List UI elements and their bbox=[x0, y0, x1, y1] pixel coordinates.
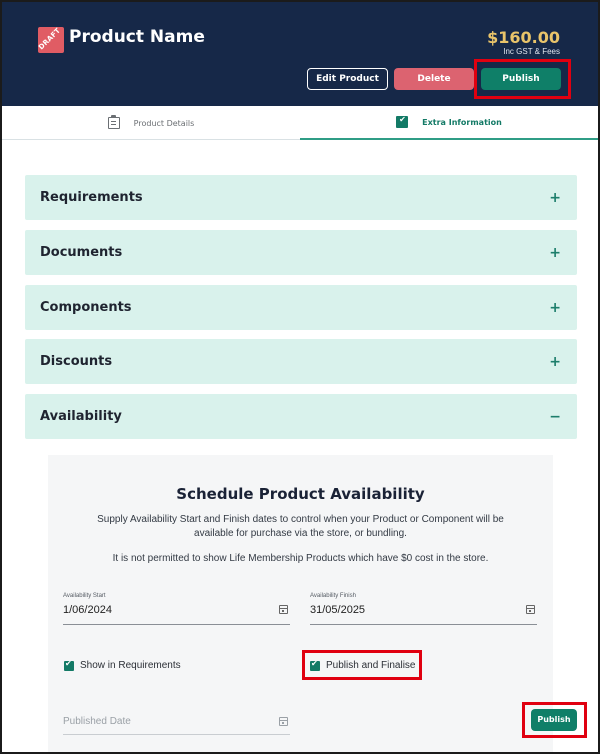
checkbox-checked-icon bbox=[64, 659, 74, 671]
availability-panel: Schedule Product Availability Supply Ava… bbox=[48, 455, 553, 752]
availability-note: It is not permitted to show Life Members… bbox=[112, 553, 489, 564]
availability-finish-field[interactable]: Availability Finish 31/05/2025 bbox=[310, 593, 537, 625]
calendar-icon[interactable] bbox=[279, 717, 288, 726]
accordion-requirements[interactable]: Requirements + bbox=[25, 175, 577, 220]
tab-extra-information[interactable]: Extra Information bbox=[300, 106, 598, 140]
tab-product-details[interactable]: Product Details bbox=[2, 106, 300, 140]
plus-icon: + bbox=[549, 244, 561, 261]
accordion-title: Documents bbox=[40, 245, 123, 260]
highlight-box-publish-finalise bbox=[302, 650, 422, 680]
price-note: Inc GST & Fees bbox=[503, 47, 560, 56]
tab-bar: Product Details Extra Information bbox=[2, 106, 598, 140]
accordion-components[interactable]: Components + bbox=[25, 285, 577, 330]
highlight-box-publish-top bbox=[474, 59, 571, 99]
tab-label: Product Details bbox=[133, 118, 195, 128]
field-value: 31/05/2025 bbox=[310, 604, 366, 616]
plus-icon: + bbox=[549, 189, 561, 206]
field-label: Availability Start bbox=[63, 593, 106, 599]
plus-icon: + bbox=[549, 353, 561, 370]
published-date-field[interactable]: Published Date bbox=[63, 711, 290, 735]
checklist-icon bbox=[396, 115, 409, 128]
accordion-documents[interactable]: Documents + bbox=[25, 230, 577, 275]
minus-icon: − bbox=[549, 408, 561, 425]
accordion-title: Discounts bbox=[40, 354, 113, 369]
accordion-title: Requirements bbox=[40, 190, 143, 205]
show-in-requirements-checkbox[interactable]: Show in Requirements bbox=[64, 659, 181, 671]
field-label: Availability Finish bbox=[310, 593, 356, 599]
edit-product-button[interactable]: Edit Product bbox=[307, 68, 388, 90]
draft-badge: DRAFT bbox=[38, 27, 64, 53]
accordion-title: Availability bbox=[40, 409, 122, 424]
availability-heading: Schedule Product Availability bbox=[176, 485, 425, 503]
highlight-box-publish-bottom bbox=[522, 702, 587, 738]
accordion-discounts[interactable]: Discounts + bbox=[25, 339, 577, 384]
field-placeholder: Published Date bbox=[63, 716, 131, 727]
accordion-availability[interactable]: Availability − bbox=[25, 394, 577, 439]
calendar-icon[interactable] bbox=[526, 605, 535, 614]
app-frame: DRAFT Product Name $160.00 Inc GST & Fee… bbox=[0, 0, 600, 754]
field-value: 1/06/2024 bbox=[63, 604, 112, 616]
draft-badge-label: DRAFT bbox=[38, 27, 63, 52]
calendar-icon[interactable] bbox=[279, 605, 288, 614]
clipboard-icon bbox=[107, 115, 120, 129]
tab-label: Extra Information bbox=[422, 117, 502, 127]
accordion-title: Components bbox=[40, 300, 132, 315]
availability-start-field[interactable]: Availability Start 1/06/2024 bbox=[63, 593, 290, 625]
product-price: $160.00 bbox=[487, 28, 560, 47]
plus-icon: + bbox=[549, 299, 561, 316]
product-title: Product Name bbox=[69, 27, 205, 47]
checkbox-label: Show in Requirements bbox=[80, 660, 181, 671]
availability-description: Supply Availability Start and Finish dat… bbox=[97, 514, 504, 539]
delete-button[interactable]: Delete bbox=[394, 68, 474, 90]
